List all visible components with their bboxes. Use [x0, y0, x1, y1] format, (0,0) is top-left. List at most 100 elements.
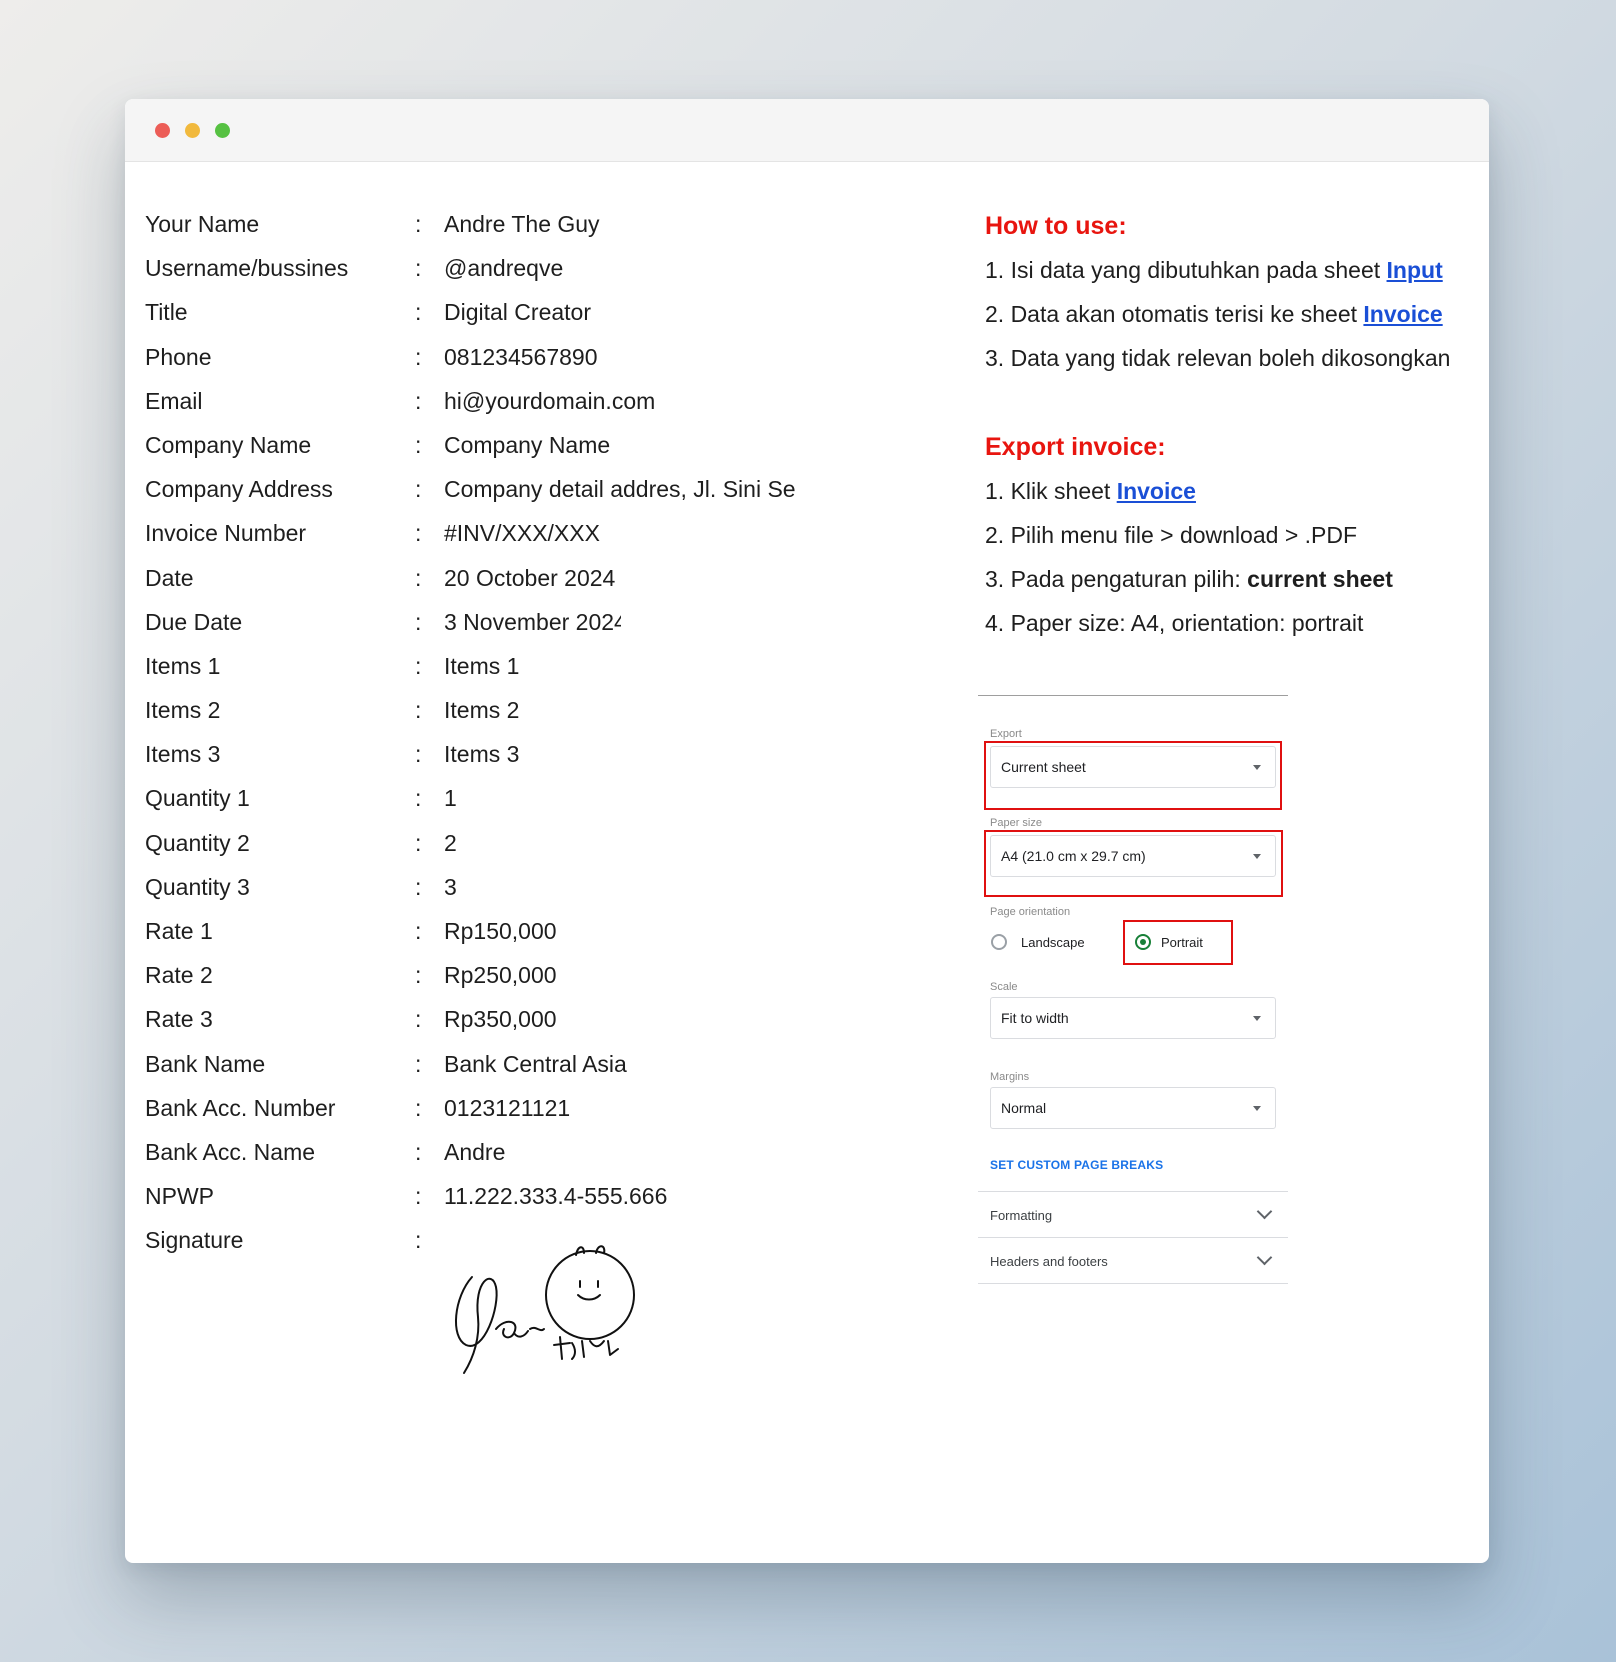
- highlight-box: [984, 830, 1283, 897]
- field-separator: :: [415, 1094, 422, 1121]
- field-separator: :: [415, 387, 422, 414]
- field-separator: :: [415, 785, 422, 812]
- field-label: Phone: [145, 343, 212, 370]
- scale-select[interactable]: Fit to width: [990, 997, 1276, 1039]
- headers-footers-section[interactable]: Headers and footers: [978, 1237, 1288, 1283]
- field-value[interactable]: Items 3: [444, 741, 519, 768]
- field-label: Items 1: [145, 652, 221, 679]
- field-separator: :: [415, 255, 422, 282]
- field-separator: :: [415, 652, 422, 679]
- close-window-button[interactable]: [155, 123, 170, 138]
- highlight-box: [984, 741, 1282, 810]
- field-separator: :: [415, 1050, 422, 1077]
- field-separator: :: [415, 564, 422, 591]
- field-separator: :: [415, 1227, 422, 1254]
- field-label: Company Address: [145, 476, 333, 503]
- field-label: Items 2: [145, 697, 221, 724]
- field-value[interactable]: 081234567890: [444, 344, 598, 371]
- export-label: Export: [990, 728, 1022, 740]
- field-value[interactable]: Rp250,000: [444, 962, 557, 989]
- export-step-1: 1. Klik sheet Invoice: [985, 477, 1196, 504]
- instructions-panel: How to use: 1. Isi data yang dibutuhkan …: [985, 211, 1475, 652]
- field-value[interactable]: Rp350,000: [444, 1006, 557, 1033]
- field-label: Items 3: [145, 741, 221, 768]
- export-step-3: 3. Pada pengaturan pilih: current sheet: [985, 565, 1393, 592]
- field-value[interactable]: Andre: [444, 1139, 505, 1166]
- field-separator: :: [415, 211, 422, 237]
- maximize-window-button[interactable]: [215, 123, 230, 138]
- field-label: NPWP: [145, 1183, 214, 1210]
- field-label: Bank Acc. Name: [145, 1138, 316, 1165]
- field-separator: :: [415, 476, 422, 503]
- field-value[interactable]: 3: [444, 874, 457, 901]
- field-label: Title: [145, 299, 188, 326]
- field-label: Rate 2: [145, 962, 213, 989]
- field-value[interactable]: Items 1: [444, 653, 519, 680]
- caret-down-icon: [1253, 1106, 1261, 1111]
- field-separator: :: [415, 1006, 422, 1033]
- field-value[interactable]: 2: [444, 830, 457, 857]
- field-value[interactable]: 3 November 2024: [444, 609, 621, 636]
- field-value[interactable]: Rp150,000: [444, 918, 557, 945]
- field-label: Due Date: [145, 608, 243, 635]
- field-label: Company Name: [145, 431, 312, 458]
- app-window: Your Name: Andre The Guy Username/bussine…: [125, 99, 1489, 1563]
- highlight-box: [1123, 920, 1233, 965]
- field-value[interactable]: Items 2: [444, 697, 519, 724]
- field-separator: :: [415, 608, 422, 635]
- field-label: Rate 3: [145, 1006, 213, 1033]
- field-value[interactable]: Andre The Guy: [444, 211, 600, 238]
- field-separator: :: [415, 520, 422, 547]
- how-to-step-2: 2. Data akan otomatis terisi ke sheet In…: [985, 301, 1443, 328]
- minimize-window-button[interactable]: [185, 123, 200, 138]
- margins-select[interactable]: Normal: [990, 1087, 1276, 1129]
- field-label: Quantity 2: [145, 829, 250, 856]
- title-bar: [125, 99, 1489, 162]
- field-label: Bank Name: [145, 1050, 266, 1077]
- field-value[interactable]: @andreqve: [444, 255, 563, 282]
- field-label: Invoice Number: [145, 520, 307, 547]
- field-separator: :: [415, 697, 422, 724]
- how-to-step-1: 1. Isi data yang dibutuhkan pada sheet I…: [985, 257, 1443, 283]
- field-separator: :: [415, 343, 422, 370]
- export-invoice-heading: Export invoice:: [985, 432, 1166, 461]
- field-value[interactable]: 1: [444, 785, 457, 812]
- field-separator: :: [415, 1138, 422, 1165]
- chevron-down-icon: [1256, 1203, 1273, 1220]
- set-custom-page-breaks-button[interactable]: SET CUSTOM PAGE BREAKS: [990, 1158, 1163, 1172]
- caret-down-icon: [1253, 1016, 1261, 1021]
- field-separator: :: [415, 918, 422, 944]
- scale-label: Scale: [990, 981, 1018, 993]
- field-label: Your Name: [145, 211, 260, 237]
- formatting-section[interactable]: Formatting: [978, 1191, 1288, 1237]
- field-value[interactable]: Company Name: [444, 432, 610, 459]
- field-value[interactable]: Company detail addres, Jl. Sini Se: [444, 476, 796, 503]
- field-value[interactable]: hi@yourdomain.com: [444, 388, 655, 415]
- invoice-sheet-link[interactable]: Invoice: [1117, 478, 1196, 504]
- paper-size-label: Paper size: [990, 817, 1042, 829]
- field-label: Rate 1: [145, 918, 213, 944]
- input-sheet-link[interactable]: Input: [1387, 257, 1443, 283]
- field-value[interactable]: 20 October 2024: [444, 565, 621, 592]
- field-separator: :: [415, 299, 422, 326]
- print-settings-screenshot: Export Current sheet Paper size A4 (21.0…: [978, 695, 1288, 1295]
- signature-image: [455, 1245, 635, 1374]
- landscape-label: Landscape: [1021, 935, 1085, 950]
- field-value[interactable]: #INV/XXX/XXX: [444, 520, 600, 547]
- field-label: Bank Acc. Number: [145, 1094, 336, 1121]
- field-label: Username/bussines: [145, 255, 349, 282]
- field-value[interactable]: 11.222.333.4-555.666: [444, 1183, 667, 1210]
- field-separator: :: [415, 741, 422, 768]
- field-value[interactable]: Digital Creator: [444, 299, 591, 326]
- field-value[interactable]: 0123121121: [444, 1095, 570, 1122]
- field-separator: :: [415, 873, 422, 900]
- invoice-sheet-link[interactable]: Invoice: [1363, 301, 1442, 327]
- field-separator: :: [415, 829, 422, 856]
- field-label: Quantity 3: [145, 873, 250, 900]
- field-label: Email: [145, 387, 203, 414]
- landscape-radio[interactable]: [991, 934, 1007, 950]
- field-label: Signature: [145, 1227, 244, 1254]
- how-to-step-3: 3. Data yang tidak relevan boleh dikoson…: [985, 345, 1451, 372]
- field-value[interactable]: Bank Central Asia: [444, 1051, 627, 1078]
- field-separator: :: [415, 431, 422, 458]
